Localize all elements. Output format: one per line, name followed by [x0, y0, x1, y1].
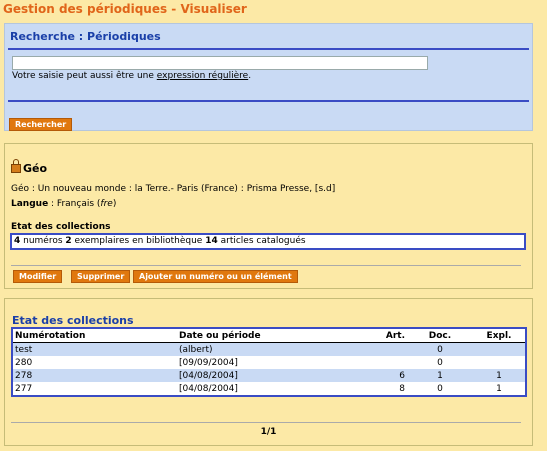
cell-numerotation: 280	[15, 357, 33, 368]
collection-panel-title: Etat des collections	[12, 314, 134, 327]
column-expl[interactable]: Expl.	[473, 328, 526, 343]
cell-art	[371, 356, 407, 369]
table-row[interactable]: 278 [04/08/2004] 6 1 1	[12, 369, 526, 382]
cell-expl	[473, 356, 526, 369]
modify-button[interactable]: Modifier	[13, 270, 63, 283]
add-issue-button[interactable]: Ajouter un numéro ou un élément	[133, 270, 298, 283]
cell-doc: 0	[437, 383, 443, 394]
collection-table: Numérotation Date ou période Art. Doc. E…	[11, 327, 527, 397]
cell-numerotation: test	[12, 342, 177, 356]
article-label: articles catalogués	[217, 236, 306, 246]
language-label: Langue	[11, 199, 49, 209]
divider	[8, 100, 529, 102]
cell-art: 6	[371, 369, 407, 382]
notice-panel: Géo Géo : Un nouveau monde : la Terre.- …	[4, 143, 533, 289]
cell-expl	[473, 342, 526, 356]
search-input[interactable]	[12, 56, 428, 70]
cell-date: (albert)	[177, 342, 371, 356]
cell-expl: 1	[473, 369, 526, 382]
divider	[11, 265, 521, 266]
copy-label: exemplaires en bibliothèque	[71, 236, 206, 246]
cell-date: [04/08/2004]	[177, 369, 371, 382]
cell-date: [09/09/2004]	[179, 357, 238, 368]
cell-art: 8	[399, 383, 405, 394]
table-header-row: Numérotation Date ou période Art. Doc. E…	[12, 328, 526, 343]
column-numerotation[interactable]: Numérotation	[12, 328, 177, 343]
delete-button[interactable]: Supprimer	[71, 270, 131, 283]
notice-title: Géo	[11, 159, 48, 175]
search-hint-suffix: .	[248, 71, 252, 81]
search-title: Recherche : Périodiques	[10, 30, 161, 43]
language-close: )	[112, 199, 117, 209]
column-doc[interactable]: Doc.	[407, 328, 473, 343]
table-row[interactable]: 277 [04/08/2004] 8 0 1	[12, 382, 526, 396]
cell-doc: 1	[407, 369, 473, 382]
notice-description: Géo : Un nouveau monde : la Terre.- Pari…	[11, 184, 336, 194]
cell-art	[371, 342, 407, 356]
collection-summary: 4 numéros 2 exemplaires en bibliothèque …	[10, 233, 526, 250]
cell-expl: 1	[496, 383, 502, 394]
cell-numerotation: 277	[15, 383, 33, 394]
table-row[interactable]: 280 [09/09/2004] 0	[12, 356, 526, 369]
search-panel: Recherche : Périodiques Votre saisie peu…	[4, 23, 533, 131]
notice-title-text: Géo	[23, 162, 48, 175]
cell-date: [04/08/2004]	[179, 383, 238, 394]
cell-numerotation: 278	[12, 369, 177, 382]
issue-label: numéros	[20, 236, 66, 246]
search-hint-text: Votre saisie peut aussi être une	[12, 71, 157, 81]
divider	[8, 48, 529, 50]
lock-icon	[11, 159, 21, 173]
page-title: Gestion des périodiques - Visualiser	[3, 2, 247, 16]
collection-section-title: Etat des collections	[11, 222, 111, 232]
divider	[11, 422, 521, 423]
collection-panel: Etat des collections Numérotation Date o…	[4, 298, 533, 446]
regex-link[interactable]: expression régulière	[157, 71, 248, 81]
notice-language: Langue : Français (fre)	[11, 199, 116, 209]
cell-doc: 0	[407, 342, 473, 356]
cell-doc: 0	[437, 357, 443, 368]
article-count: 14	[205, 236, 218, 246]
pagination: 1/1	[260, 427, 277, 437]
search-button[interactable]: Rechercher	[9, 118, 73, 131]
language-value: : Français (	[48, 199, 101, 209]
column-art[interactable]: Art.	[371, 328, 407, 343]
column-date[interactable]: Date ou période	[177, 328, 371, 343]
search-hint: Votre saisie peut aussi être une express…	[12, 71, 251, 81]
table-row[interactable]: test (albert) 0	[12, 342, 526, 356]
language-code: fre	[100, 199, 113, 209]
